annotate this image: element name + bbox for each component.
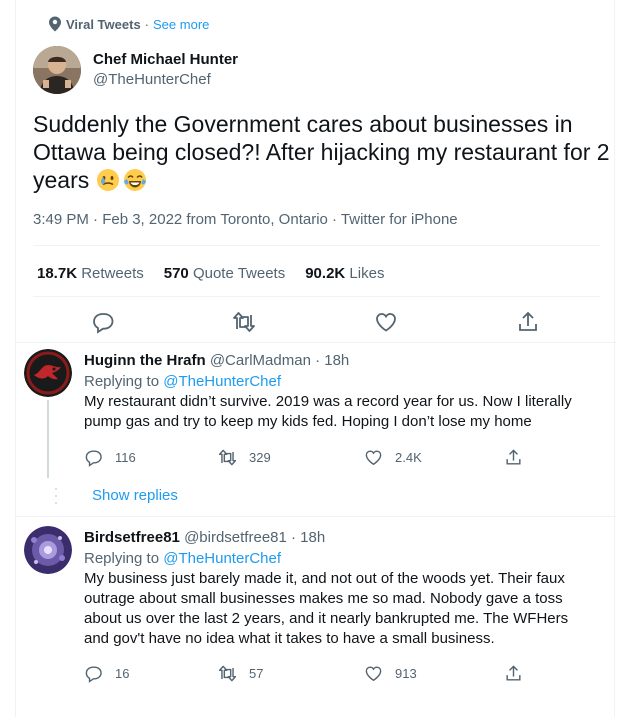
retweet-count: 329 (249, 450, 271, 465)
reply-actions: 16 57 913 (84, 664, 521, 684)
reply-handle-time[interactable]: @CarlMadman · 18h (210, 352, 349, 369)
retweets-stat[interactable]: 18.7K Retweets (37, 265, 144, 282)
heart-icon[interactable] (374, 310, 398, 334)
context-separator: · (144, 17, 150, 32)
tweet-card: Viral Tweets · See more Chef Michael Hun… (15, 0, 616, 717)
reply-text: My business just barely made it, and not… (84, 570, 569, 647)
replying-to-handle[interactable]: @TheHunterChef (163, 550, 281, 567)
reply-icon (85, 666, 102, 683)
like-button[interactable]: 913 (364, 664, 417, 683)
replying-prefix: Replying to (84, 550, 160, 567)
retweet-button[interactable]: 329 (218, 448, 271, 467)
likes-count: 90.2K (305, 265, 346, 282)
reply-button[interactable]: 16 (84, 664, 129, 683)
retweets-count: 18.7K (37, 265, 78, 282)
context-line: Viral Tweets · See more (49, 16, 209, 32)
tweet-author: Chef Michael Hunter @TheHunterChef (33, 46, 238, 94)
retweets-label: Retweets (81, 265, 144, 282)
reply-text: My restaurant didn’t survive. 2019 was a… (84, 393, 572, 430)
tweet-timestamp[interactable]: 3:49 PM · Feb 3, 2022 from Toronto, Onta… (33, 211, 458, 228)
divider (33, 245, 600, 246)
avatar[interactable] (24, 526, 72, 574)
context-label[interactable]: Viral Tweets (66, 17, 141, 32)
author-handle[interactable]: @TheHunterChef (93, 71, 238, 88)
divider (16, 516, 616, 517)
tweet-text: Suddenly the Government cares about busi… (33, 110, 613, 194)
location-pin-icon (49, 16, 61, 32)
quotes-stat[interactable]: 570 Quote Tweets (164, 265, 285, 282)
share-button[interactable] (504, 448, 523, 467)
like-count: 913 (395, 666, 417, 681)
like-button[interactable]: 2.4K (364, 448, 422, 467)
show-replies-link[interactable]: Show replies (92, 487, 178, 504)
author-name[interactable]: Chef Michael Hunter (93, 51, 238, 68)
quotes-count: 570 (163, 265, 189, 282)
reply-body: Huginn the Hrafn @CarlMadman · 18h Reply… (84, 352, 589, 432)
reply-count: 116 (115, 450, 136, 465)
thread-line (47, 400, 49, 478)
heart-icon (365, 666, 382, 682)
reply-icon (85, 450, 102, 467)
avatar[interactable] (24, 349, 72, 397)
reply-icon[interactable] (91, 310, 115, 334)
reply-actions: 116 329 2.4K (84, 448, 521, 468)
reply-count: 16 (115, 666, 130, 681)
like-count: 2.4K (395, 450, 422, 465)
share-icon[interactable] (516, 310, 540, 334)
retweet-icon (218, 449, 237, 466)
heart-icon (365, 450, 382, 466)
thread-dots-icon (55, 488, 57, 504)
quotes-label: Quote Tweets (192, 265, 286, 282)
retweet-icon[interactable] (232, 310, 256, 334)
reply-header: Huginn the Hrafn @CarlMadman · 18h (84, 352, 589, 369)
reply-author-name[interactable]: Huginn the Hrafn (84, 352, 206, 369)
replying-prefix: Replying to (84, 373, 160, 390)
retweet-count: 57 (249, 666, 264, 681)
tweet-stats: 18.7K Retweets 570 Quote Tweets 90.2K Li… (37, 265, 384, 282)
divider (33, 296, 600, 297)
share-icon (506, 449, 521, 465)
retweet-button[interactable]: 57 (218, 664, 263, 683)
likes-label: Likes (349, 265, 385, 282)
reply-body: Birdsetfree81 @birdsetfree81 · 18h Reply… (84, 529, 589, 649)
see-more-link[interactable]: See more (153, 17, 209, 32)
tears-of-joy-emoji (123, 169, 146, 191)
reply-button[interactable]: 116 (84, 448, 136, 467)
reply-header: Birdsetfree81 @birdsetfree81 · 18h (84, 529, 589, 546)
tweet-actions (16, 310, 616, 338)
replying-to-handle[interactable]: @TheHunterChef (163, 373, 281, 390)
share-icon (506, 665, 521, 681)
sad-smile-emoji (96, 169, 119, 191)
replying-to: Replying to @TheHunterChef (84, 550, 589, 567)
reply-author-name[interactable]: Birdsetfree81 (84, 529, 180, 546)
retweet-icon (218, 665, 237, 682)
avatar[interactable] (33, 46, 81, 94)
reply-handle-time[interactable]: @birdsetfree81 · 18h (184, 529, 325, 546)
replying-to: Replying to @TheHunterChef (84, 373, 589, 390)
share-button[interactable] (504, 664, 523, 683)
likes-stat[interactable]: 90.2K Likes (305, 265, 384, 282)
divider (16, 342, 616, 343)
